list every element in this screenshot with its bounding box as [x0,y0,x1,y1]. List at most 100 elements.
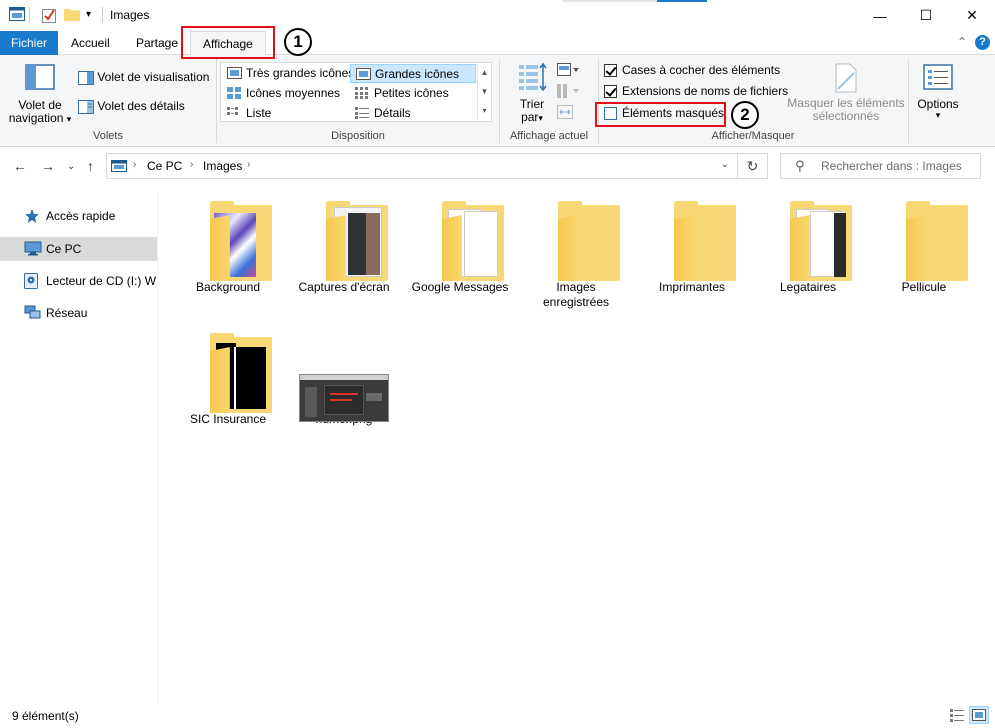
item-checkboxes-label: Cases à cocher des éléments [622,63,781,77]
group-by-button[interactable] [557,63,579,80]
hide-selected-label-2: sélectionnés [812,109,880,123]
large-icons-view-icon[interactable] [969,706,989,724]
new-folder-icon[interactable] [64,7,80,23]
scroll-down-icon[interactable]: ▼ [478,82,491,101]
preview-pane-icon [78,70,94,85]
status-bar: 9 élément(s) [0,704,995,728]
address-history-dropdown-icon[interactable]: ⌄ [721,159,729,170]
nav-item-label: Lecteur de CD (I:) WD [46,274,157,288]
item-checkboxes-checkbox[interactable] [604,64,617,77]
folder-item-saved-pictures[interactable]: Images enregistrées [521,190,631,310]
title-bar: ▾ Images — ☐ ✕ [0,0,995,31]
scroll-up-icon[interactable]: ▲ [478,63,491,82]
image-item-numer-png[interactable]: numér.png [289,322,399,427]
folder-item-background[interactable]: Background [173,190,283,295]
minimize-button[interactable]: — [857,0,903,31]
maximize-button[interactable]: ☐ [903,0,949,31]
tab-home[interactable]: Accueil [59,31,122,55]
up-arrow-icon[interactable]: ↑ [87,158,94,174]
hide-selected-label: Masquer les éléments [787,96,905,110]
details-pane-label: Volet des détails [97,99,185,113]
back-arrow-icon[interactable]: ← [13,158,27,174]
folder-item-printers[interactable]: Imprimantes [637,190,747,295]
sort-by-label-2: par [521,110,539,124]
nav-item-this-pc[interactable]: Ce PC [0,237,157,261]
item-label: Images enregistrées [521,280,631,310]
folder-item-sic-insurance[interactable]: SIC Insurance [173,322,283,427]
size-columns-button[interactable] [557,105,573,122]
breadcrumb-images[interactable]: Images [203,159,242,173]
help-icon[interactable]: ? [975,35,990,50]
layout-label: Très grandes icônes [246,66,355,80]
layout-large-icons[interactable]: Grandes icônes [350,64,476,83]
item-label: Imprimantes [658,280,726,294]
layout-label: Petites icônes [374,86,449,100]
expand-gallery-icon[interactable]: ▾ [478,101,491,120]
breadcrumb-separator-icon[interactable]: › [247,159,250,170]
ribbon-collapse-icon[interactable]: ⌃ [957,35,967,49]
nav-item-label: Accès rapide [46,209,116,223]
breadcrumb-this-pc[interactable]: Ce PC [147,159,182,173]
properties-icon[interactable] [42,7,56,23]
nav-item-cd-drive[interactable]: Lecteur de CD (I:) WD [0,269,157,293]
address-bar[interactable]: › Ce PC › Images › ⌄ [106,153,738,179]
item-count: 9 élément(s) [12,709,79,723]
refresh-button[interactable]: ↻ [738,153,768,179]
item-label: Google Messages [411,280,509,294]
search-input[interactable]: ⚲ Rechercher dans : Images [780,153,981,179]
search-placeholder: Rechercher dans : Images [821,159,962,173]
breadcrumb-separator-icon[interactable]: › [190,159,193,170]
folder-item-screenshots[interactable]: Captures d'écran [289,190,399,295]
folder-item-google-messages[interactable]: Google Messages [405,190,515,295]
details-view-icon[interactable] [950,708,964,725]
details-pane-button[interactable]: Volet des détails [78,99,185,114]
navigation-pane-button[interactable]: Volet de navigation ▾ [8,64,72,126]
folder-icon [173,190,283,281]
folder-icon [521,190,631,281]
nav-item-label: Réseau [46,306,88,320]
sort-by-button[interactable]: Trier par▾ [516,62,548,125]
file-extensions-toggle[interactable]: Extensions de noms de fichiers [602,83,788,101]
window-icon[interactable] [9,7,25,23]
item-label: Legataires [779,280,837,294]
hide-selected-items-button[interactable]: Masquer les éléments sélectionnés [787,63,905,123]
annotation-badge-2: 2 [731,101,759,129]
customize-qa-icon[interactable]: ▾ [86,9,91,25]
folder-item-camera-roll[interactable]: Pellicule [869,190,979,295]
large-icons-icon [356,68,371,80]
folder-item-legataires[interactable]: Legataires [753,190,863,295]
layout-gallery: Très grandes icônes Grandes icônes Icône… [220,62,492,122]
small-icons-icon [355,87,368,99]
refresh-icon: ↻ [746,158,759,174]
forward-arrow-icon[interactable]: → [41,158,55,174]
tab-file[interactable]: Fichier [0,31,58,55]
file-extensions-checkbox[interactable] [604,85,617,98]
layout-label: Icônes moyennes [246,86,341,100]
preview-pane-button[interactable]: Volet de visualisation [78,70,209,85]
nav-item-network[interactable]: Réseau [0,301,157,325]
breadcrumb-separator-icon[interactable]: › [133,159,136,170]
nav-item-quick-access[interactable]: Accès rapide [0,204,157,228]
layout-medium-icons[interactable]: Icônes moyennes [222,84,340,103]
computer-icon [24,241,42,256]
folder-icon [173,322,283,413]
this-pc-icon [111,160,127,172]
options-icon [923,64,953,90]
ribbon: Volet de navigation ▾ Volet de visualisat… [0,55,995,147]
close-button[interactable]: ✕ [949,0,995,31]
recent-locations-icon[interactable]: ⌄ [67,161,75,172]
item-checkboxes-toggle[interactable]: Cases à cocher des éléments [602,62,780,80]
item-label: SIC Insurance [189,412,267,426]
layout-scrollbar[interactable]: ▲ ▼ ▾ [477,63,491,121]
size-columns-icon [557,105,573,119]
layout-list[interactable]: Liste [222,104,271,123]
add-columns-button[interactable] [557,84,579,101]
layout-details[interactable]: Détails [350,104,411,123]
layout-small-icons[interactable]: Petites icônes [350,84,449,103]
ribbon-separator [908,59,909,143]
list-icon [227,107,238,115]
options-button[interactable]: Options ▾ [914,64,962,120]
layout-extra-large-icons[interactable]: Très grandes icônes [222,64,354,83]
group-label-show-hide: Afficher/Masquer [711,130,795,142]
details-icon [355,107,369,119]
